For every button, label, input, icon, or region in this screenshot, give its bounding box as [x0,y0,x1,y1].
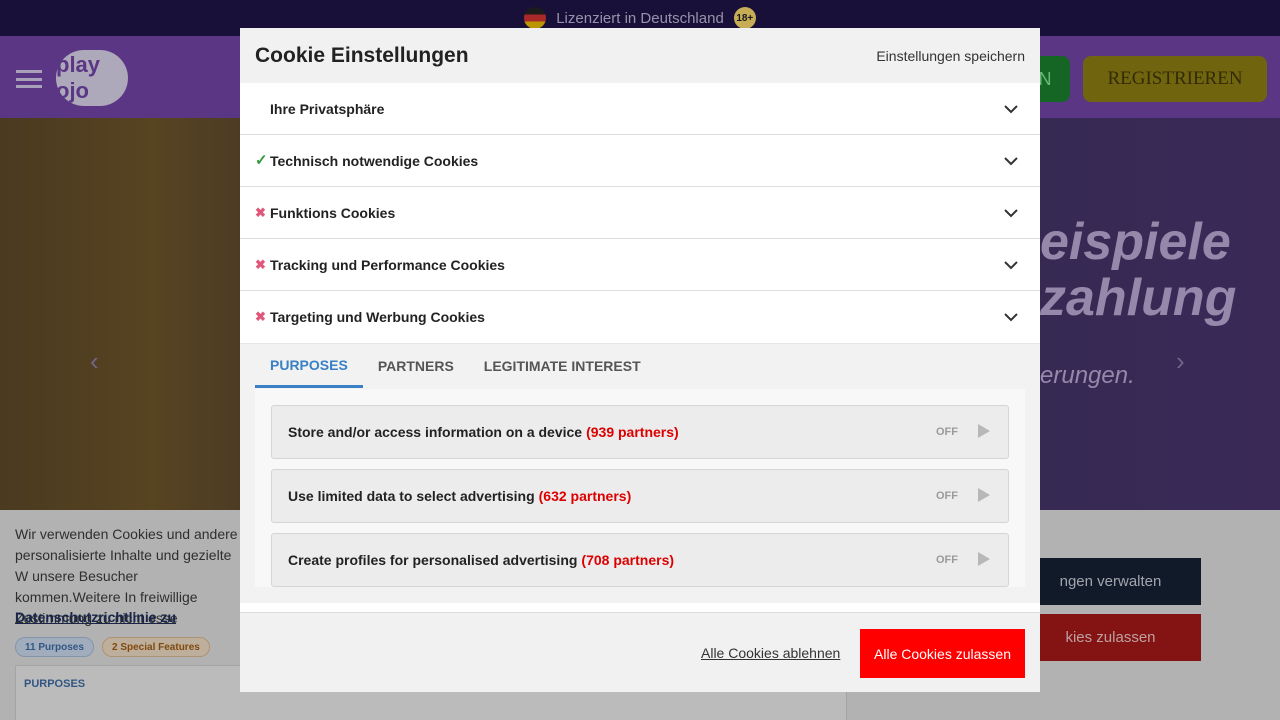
section-label: Targeting und Werbung Cookies [270,309,485,325]
section-functional-cookies[interactable]: ✖ Funktions Cookies [240,187,1040,239]
cookie-settings-modal: Cookie Einstellungen Einstellungen speic… [240,28,1040,692]
tab-purposes[interactable]: PURPOSES [255,344,363,388]
purpose-row[interactable]: Create profiles for personalised adverti… [271,533,1009,587]
cross-icon: ✖ [255,205,266,220]
purpose-state: OFF [936,490,958,502]
purpose-state: OFF [936,554,958,566]
expand-arrow-icon[interactable] [978,552,990,566]
check-icon: ✓ [255,152,268,169]
tab-partners[interactable]: PARTNERS [363,344,469,388]
cross-icon: ✖ [255,309,266,324]
purpose-label: Use limited data to select advertising (6… [288,488,632,504]
partner-count: (939 partners) [586,424,679,440]
section-label: Funktions Cookies [270,204,396,221]
accept-all-button[interactable]: Alle Cookies zulassen [860,629,1025,678]
section-necessary-cookies[interactable]: ✓ Technisch notwendige Cookies [240,135,1040,187]
expand-arrow-icon[interactable] [978,424,990,438]
modal-footer: Alle Cookies ablehnen Alle Cookies zulas… [240,612,1040,692]
tab-legitimate-interest[interactable]: LEGITIMATE INTEREST [469,344,656,388]
section-label: Ihre Privatsphäre [270,100,385,117]
chevron-down-icon [1004,105,1018,114]
section-targeting-cookies[interactable]: ✖ Targeting und Werbung Cookies [240,291,1040,343]
section-privacy[interactable]: Ihre Privatsphäre [240,83,1040,135]
partner-count: (708 partners) [581,552,675,568]
purpose-state: OFF [936,426,958,438]
purpose-row[interactable]: Use limited data to select advertising (6… [271,469,1009,523]
chevron-down-icon [1004,209,1018,218]
cross-icon: ✖ [255,257,266,272]
chevron-down-icon [1004,157,1018,166]
section-tracking-cookies[interactable]: ✖ Tracking und Performance Cookies [240,239,1040,291]
chevron-down-icon [1004,261,1018,270]
save-settings-link[interactable]: Einstellungen speichern [876,48,1025,64]
purpose-row[interactable]: Store and/or access information on a dev… [271,405,1009,459]
reject-all-button[interactable]: Alle Cookies ablehnen [701,645,840,661]
expand-arrow-icon[interactable] [978,488,990,502]
section-label: Technisch notwendige Cookies [270,152,479,169]
section-label: Tracking und Performance Cookies [270,256,505,273]
modal-title: Cookie Einstellungen [255,43,469,67]
vendor-tabs: PURPOSES PARTNERS LEGITIMATE INTEREST [255,344,656,388]
purpose-label: Create profiles for personalised adverti… [288,552,675,568]
modal-header: Cookie Einstellungen Einstellungen speic… [240,28,1040,83]
purposes-panel[interactable]: Store and/or access information on a dev… [255,389,1025,587]
chevron-down-icon [1004,313,1018,322]
partner-count: (632 partners) [538,488,632,504]
purpose-label: Store and/or access information on a dev… [288,424,679,440]
vendor-tab-area: PURPOSES PARTNERS LEGITIMATE INTEREST St… [240,343,1040,603]
